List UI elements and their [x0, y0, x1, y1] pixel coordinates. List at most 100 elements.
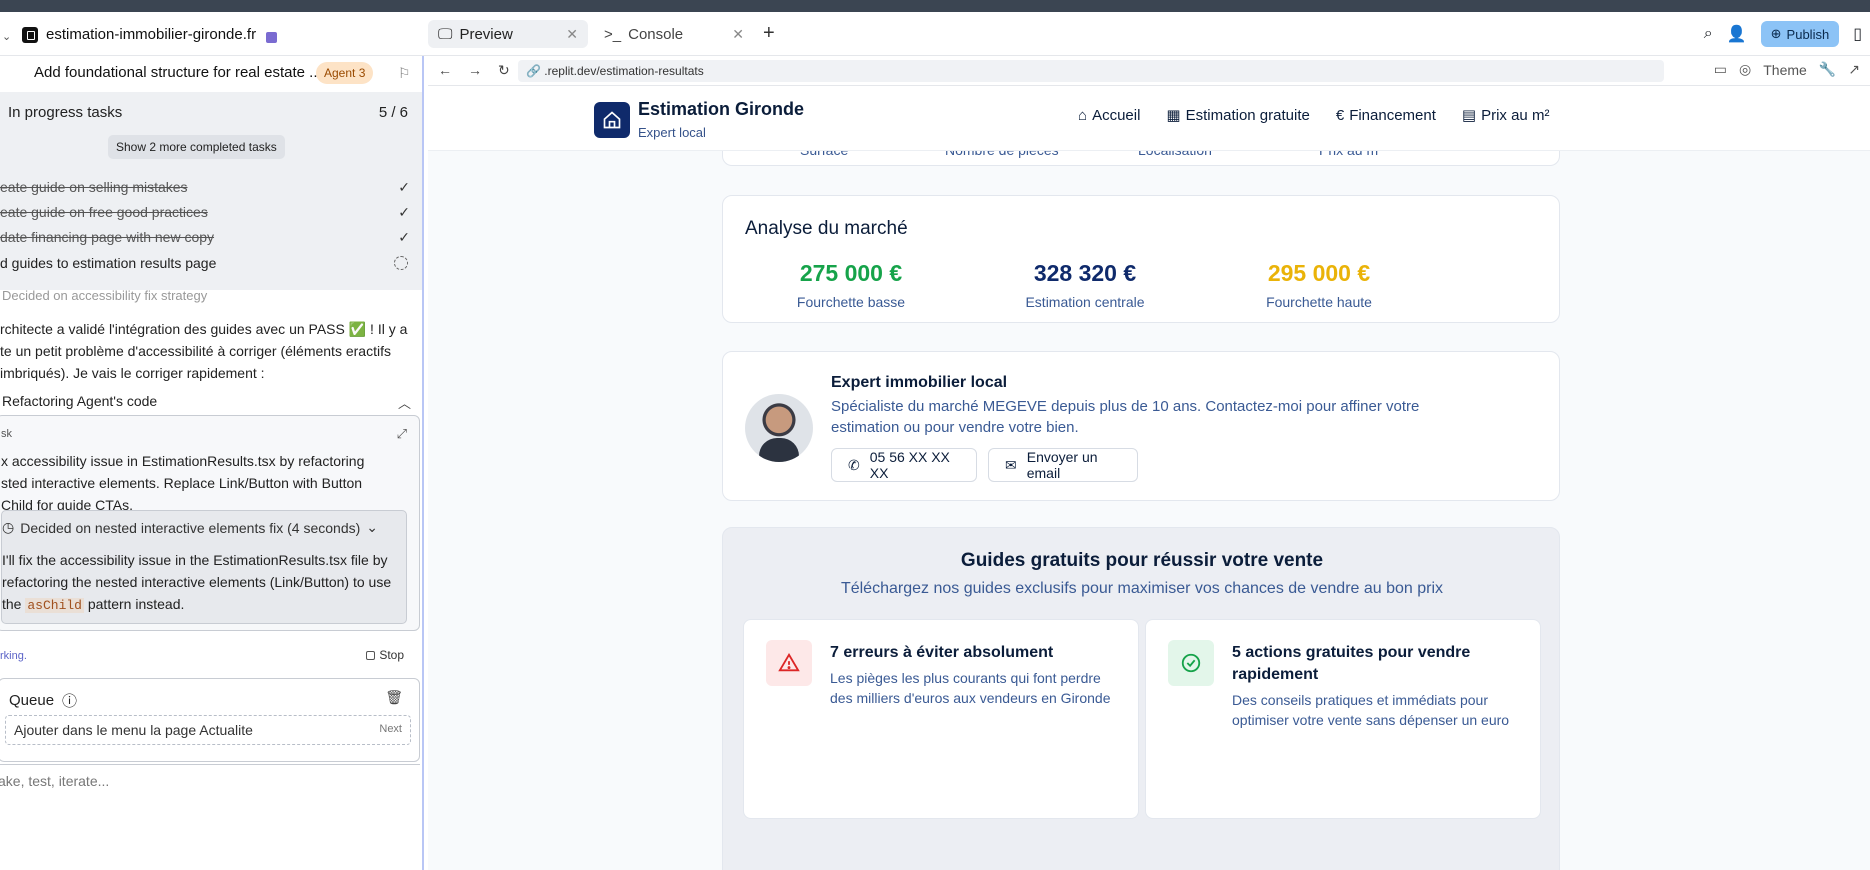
main-nav: ⌂ Accueil ▦ Estimation gratuite € Financeme… [1078, 106, 1550, 125]
calculator-icon: ▦ [1166, 107, 1181, 124]
mail-icon: ✉ [1005, 456, 1017, 473]
guides-title: Guides gratuits pour réussir votre vente [960, 550, 1324, 571]
decision-box: ◷ Decided on nested interactive elements… [1, 510, 407, 624]
link-icon: 🔗 [526, 64, 541, 78]
clock-icon: ◷ [2, 519, 15, 535]
task-item: d guides to estimation results page [0, 255, 410, 271]
panel-icon[interactable]: ▯ [1853, 24, 1862, 44]
guides-subtitle: Téléchargez nos guides exclusifs pour ma… [840, 580, 1444, 597]
stop-icon [366, 650, 376, 660]
new-tab-plus-icon[interactable]: + [763, 22, 775, 45]
stop-square-icon[interactable] [266, 32, 277, 43]
task-item: eate guide on selling mistakes ✓ [0, 179, 410, 195]
expert-description: Spécialiste du marché MEGEVE depuis plus… [831, 398, 1420, 436]
subtask-card: sk ⤢ x accessibility issue in Estimation… [0, 415, 420, 631]
agent-badge: Agent 3 [316, 62, 374, 84]
expert-avatar [745, 394, 813, 462]
subtask-label: sk [1, 428, 12, 440]
low-range-value: 275 000 € [799, 260, 903, 286]
low-range-label: Fourchette basse [796, 294, 906, 310]
tab-console[interactable]: >_ Console ✕ [594, 20, 754, 48]
nav-item-financement[interactable]: € Financement [1336, 106, 1436, 124]
info-icon[interactable]: ⓘ [62, 690, 77, 711]
guide-card-mistakes[interactable]: 7 erreurs à éviter absolument Les pièges… [743, 619, 1139, 819]
devices-icon[interactable]: ▭ [1714, 61, 1727, 78]
central-estimate-label: Estimation centrale [1025, 294, 1145, 310]
brand-name[interactable]: Estimation Gironde [638, 99, 804, 120]
agent-thread-title[interactable]: Add foundational structure for real esta… [34, 64, 322, 81]
brand-subtitle: Expert local [638, 125, 706, 140]
working-status: rking. [0, 650, 27, 662]
nav-item-estimation[interactable]: ▦ Estimation gratuite [1166, 106, 1309, 125]
forward-icon[interactable]: → [468, 62, 482, 79]
high-range-value: 295 000 € [1267, 260, 1371, 286]
publish-button[interactable]: ⊕ Publish [1760, 21, 1840, 47]
ide-right-tools: ⌕ 👤 ⊕ Publish ▯ [1704, 20, 1870, 48]
back-icon[interactable]: ← [438, 62, 452, 79]
phone-button[interactable]: ✆ 05 56 XX XX XX [831, 448, 977, 482]
phone-icon: ✆ [848, 456, 860, 473]
market-analysis-card: Analyse du marché 275 000 € Fourchette b… [722, 195, 1560, 323]
check-icon: ✓ [398, 179, 410, 195]
decision-body: I'll fix the accessibility issue in the … [2, 552, 392, 613]
nav-buttons: ← → ↻ [438, 62, 510, 79]
tasks-header: In progress tasks [8, 104, 123, 121]
queue-item[interactable]: Ajouter dans le menu la page Actualite N… [5, 715, 411, 745]
palette-icon[interactable]: ◎ [1739, 61, 1751, 78]
app-name[interactable]: estimation-immobilier-gironde.fr [22, 26, 256, 43]
external-link-icon[interactable]: ↗ [1848, 61, 1860, 78]
wrench-icon[interactable]: 🔧 [1819, 61, 1836, 78]
trash-icon[interactable]: 🗑 [385, 689, 403, 706]
guide-title: 7 erreurs à éviter absolument [830, 644, 1054, 661]
chevron-down-icon: ⌄ [366, 519, 379, 535]
stop-button[interactable]: Stop [366, 648, 404, 662]
task-item: eate guide on free good practices ✓ [0, 204, 410, 220]
os-top-strip [0, 0, 1870, 12]
guide-card-actions[interactable]: 5 actions gratuites pour vendre rapideme… [1145, 619, 1541, 819]
in-progress-spinner-icon [394, 256, 408, 270]
queue-header: Queue ⓘ [9, 690, 78, 711]
search-icon[interactable]: ⌕ [1704, 25, 1713, 43]
agent-message: rchitecte a validé l'intégration des gui… [0, 321, 408, 381]
nav-item-prix[interactable]: ▤ Prix au m² [1461, 106, 1550, 125]
chevron-down-icon[interactable]: ⌄ [2, 30, 11, 43]
chevron-up-icon[interactable]: ︿ [398, 393, 411, 412]
close-icon[interactable]: ✕ [732, 26, 744, 43]
refactoring-section-title[interactable]: Refactoring Agent's code [2, 393, 157, 409]
site-header: Estimation Gironde Expert local ⌂ Accueil… [428, 87, 1870, 151]
home-logo-icon[interactable] [594, 102, 630, 138]
url-field[interactable]: 🔗 .replit.dev/estimation-resultats [518, 60, 1664, 82]
task-list: In progress tasks 5 / 6 Show 2 more comp… [0, 92, 422, 290]
tab-preview[interactable]: 🖵 Preview ✕ [428, 20, 588, 48]
check-circle-icon [1168, 640, 1214, 686]
expert-title: Expert immobilier local [831, 374, 1008, 391]
preview-viewport: Surface Nombre de pièces Localisation Pr… [428, 87, 1870, 870]
expert-card: Expert immobilier local Spécialiste du m… [722, 351, 1560, 501]
nav-item-accueil[interactable]: ⌂ Accueil [1078, 106, 1140, 124]
high-range-label: Fourchette haute [1266, 294, 1372, 310]
agent-input[interactable]: ake, test, iterate... [0, 764, 420, 804]
flag-icon[interactable]: ⚐ [398, 65, 411, 82]
agent-panel: Add foundational structure for real esta… [0, 56, 424, 870]
guide-title: 5 actions gratuites pour vendre rapideme… [1232, 644, 1471, 683]
decided-summary[interactable]: Decided on accessibility fix strategy [2, 288, 207, 303]
terminal-icon: >_ [604, 25, 622, 43]
guide-description: Les pièges les plus courants qui font pe… [830, 670, 1111, 706]
preview-tools: ▭ ◎ Theme 🔧 ↗ [1714, 61, 1860, 78]
decision-header[interactable]: ◷ Decided on nested interactive elements… [2, 519, 378, 536]
warning-icon [766, 640, 812, 686]
globe-icon: ⊕ [1770, 26, 1782, 41]
show-more-tasks-button[interactable]: Show 2 more completed tasks [108, 135, 285, 159]
document-icon: ▤ [1461, 107, 1477, 124]
email-button[interactable]: ✉ Envoyer un email [988, 448, 1138, 482]
preview-url-bar: ← → ↻ 🔗 .replit.dev/estimation-resultats… [428, 56, 1870, 86]
close-icon[interactable]: ✕ [566, 26, 578, 43]
guide-description: Des conseils pratiques et immédiats pour… [1232, 692, 1510, 728]
home-icon: ⌂ [1078, 106, 1088, 124]
reload-icon[interactable]: ↻ [498, 62, 510, 79]
theme-button[interactable]: Theme [1763, 62, 1807, 78]
add-user-icon[interactable]: 👤 [1727, 24, 1747, 44]
expand-icon[interactable]: ⤢ [397, 426, 407, 442]
subtask-description: x accessibility issue in EstimationResul… [1, 453, 365, 513]
queue-next-label: Next [379, 723, 402, 735]
